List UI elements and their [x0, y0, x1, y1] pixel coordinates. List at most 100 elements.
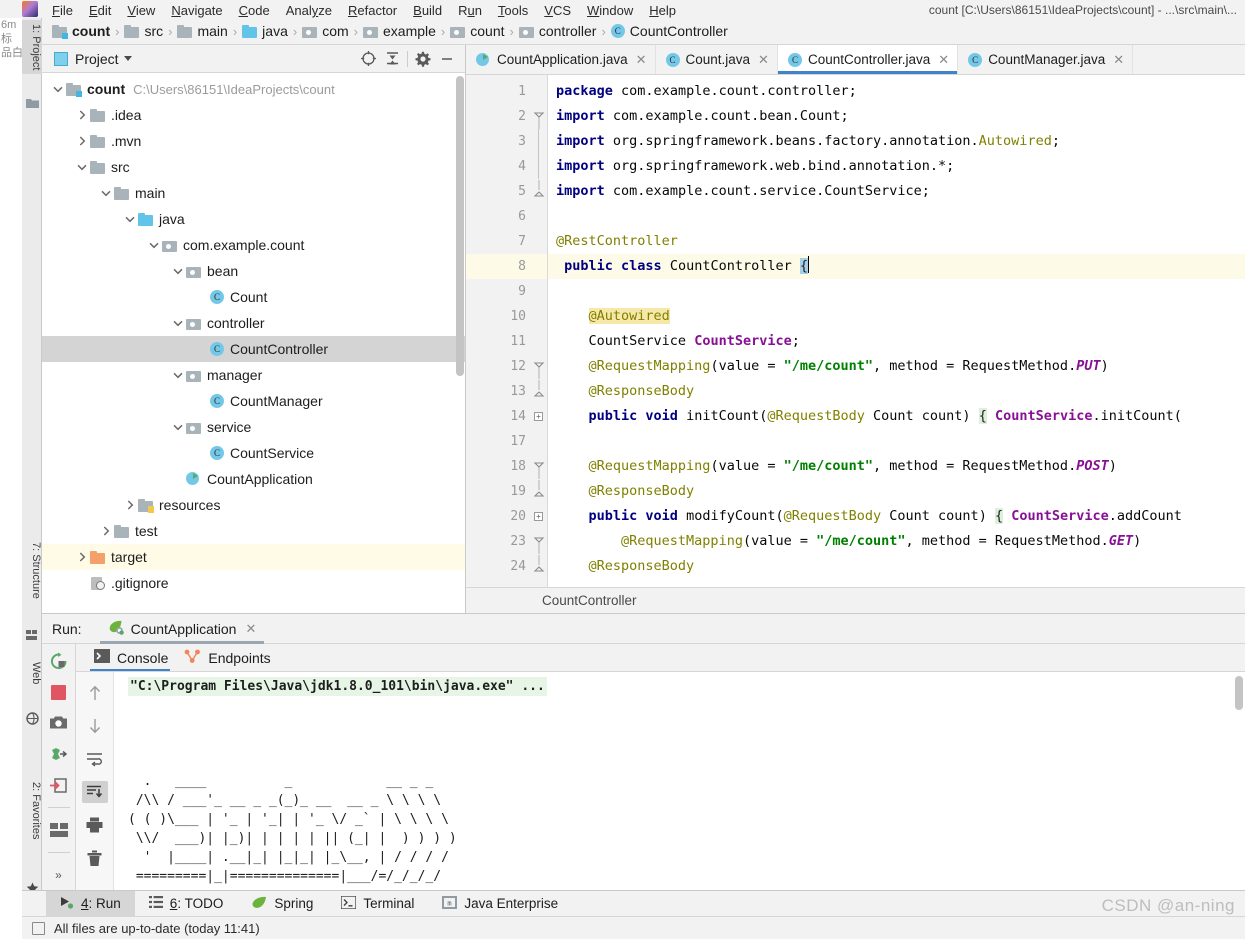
fold-expand-icon[interactable]: +	[534, 512, 543, 521]
up-arrow-icon[interactable]	[82, 682, 108, 704]
rerun-icon[interactable]	[47, 650, 71, 672]
project-tree-scrollbar[interactable]	[456, 76, 464, 376]
breadcrumb-item-countpkg[interactable]: count	[448, 23, 506, 39]
console-tab-bar[interactable]: Console Endpoints	[76, 644, 1245, 672]
code-line[interactable]: import com.example.count.bean.Count;	[556, 104, 1245, 129]
code-folding-gutter[interactable]: ++	[530, 75, 548, 587]
code-line[interactable]	[556, 204, 1245, 229]
close-icon[interactable]: ✕	[636, 52, 647, 68]
code-line[interactable]: public void modifyCount(@RequestBody Cou…	[556, 504, 1245, 529]
console-output[interactable]: "C:\Program Files\Java\jdk1.8.0_101\bin\…	[114, 672, 1245, 898]
tree-node-count[interactable]: countC:\Users\86151\IdeaProjects\count	[42, 76, 465, 102]
menu-item-run[interactable]: Run	[450, 3, 490, 18]
breadcrumb-item-src[interactable]: src	[122, 23, 165, 39]
tree-node-target[interactable]: target	[42, 544, 465, 570]
code-line[interactable]: package com.example.count.controller;	[556, 79, 1245, 104]
chevron-down-icon[interactable]	[170, 263, 186, 279]
console-scrollbar[interactable]	[1235, 676, 1243, 710]
menu-item-analyze[interactable]: Analyze	[278, 3, 340, 18]
bottom-tab-java-enterprise[interactable]: m Java Enterprise	[428, 891, 572, 917]
close-icon[interactable]: ✕	[1113, 52, 1124, 68]
sidebar-item-favorites[interactable]: 2: Favorites	[22, 778, 42, 843]
breadcrumb-item-example[interactable]: example	[361, 23, 438, 39]
close-icon[interactable]: ✕	[758, 52, 769, 68]
editor-breadcrumb[interactable]: CountController	[466, 587, 1245, 613]
console-toolbar[interactable]	[76, 672, 114, 898]
chevron-right-icon[interactable]	[98, 523, 114, 539]
gear-icon[interactable]	[411, 47, 435, 71]
run-config-tab[interactable]: CountApplication ✕	[100, 614, 265, 644]
tree-node-test[interactable]: test	[42, 518, 465, 544]
code-line[interactable]: CountService CountService;	[556, 329, 1245, 354]
close-icon[interactable]: ✕	[245, 621, 256, 637]
code-line[interactable]: public void initCount(@RequestBody Count…	[556, 404, 1245, 429]
chevron-right-icon[interactable]	[74, 133, 90, 149]
tree-node-countservice[interactable]: CCountService	[42, 440, 465, 466]
menu-item-edit[interactable]: Edit	[81, 3, 119, 18]
bottom-tab-todo[interactable]: 6: TODO	[135, 891, 238, 917]
code-line[interactable]: import org.springframework.web.bind.anno…	[556, 154, 1245, 179]
chevron-right-icon[interactable]	[74, 107, 90, 123]
chevron-down-icon[interactable]	[124, 56, 132, 61]
trash-icon[interactable]	[82, 847, 108, 869]
chevron-down-icon[interactable]	[98, 185, 114, 201]
fold-expand-icon[interactable]: +	[534, 412, 543, 421]
stop-icon[interactable]	[47, 681, 71, 703]
chevron-down-icon[interactable]	[170, 419, 186, 435]
bottom-tab-spring[interactable]: Spring	[237, 891, 327, 917]
tree-node-controller[interactable]: controller	[42, 310, 465, 336]
editor-tab-bar[interactable]: CountApplication.java ✕ C Count.java ✕ C…	[466, 45, 1245, 75]
fold-marker-slot[interactable]	[530, 179, 547, 204]
tree-node-countcontroller[interactable]: CCountController	[42, 336, 465, 362]
thread-dump-icon[interactable]	[47, 743, 71, 765]
bottom-tab-run[interactable]: 4: Run	[46, 891, 135, 917]
exit-icon[interactable]	[47, 774, 71, 796]
code-line[interactable]: @ResponseBody	[556, 554, 1245, 579]
code-line[interactable]	[556, 429, 1245, 454]
fold-marker-slot[interactable]	[530, 154, 547, 179]
tree-node-resources[interactable]: resources	[42, 492, 465, 518]
down-arrow-icon[interactable]	[82, 715, 108, 737]
more-icon[interactable]: »	[47, 864, 71, 886]
tree-node-bean[interactable]: bean	[42, 258, 465, 284]
menu-item-window[interactable]: Window	[579, 3, 641, 18]
camera-icon[interactable]	[47, 712, 71, 734]
tree-node--idea[interactable]: .idea	[42, 102, 465, 128]
menu-item-help[interactable]: Help	[641, 3, 684, 18]
scroll-to-end-icon[interactable]	[82, 781, 108, 803]
code-line[interactable]: import org.springframework.beans.factory…	[556, 129, 1245, 154]
fold-marker-slot[interactable]	[530, 529, 547, 554]
tree-node-service[interactable]: service	[42, 414, 465, 440]
tree-node-countmanager[interactable]: CCountManager	[42, 388, 465, 414]
code-line[interactable]: @RestController	[556, 229, 1245, 254]
fold-marker-slot[interactable]: +	[530, 404, 547, 429]
chevron-down-icon[interactable]	[170, 367, 186, 383]
line-number-gutter[interactable]: 12345678C91011121314171819202324	[466, 75, 530, 587]
tree-node-count[interactable]: CCount	[42, 284, 465, 310]
sidebar-item-web[interactable]: Web	[22, 658, 42, 688]
breadcrumb-item-java[interactable]: java	[240, 23, 290, 39]
fold-marker-slot[interactable]	[530, 354, 547, 379]
code-editor[interactable]: 12345678C91011121314171819202324 ++ pack…	[466, 75, 1245, 587]
fold-marker-slot[interactable]	[530, 454, 547, 479]
breadcrumb-item-main[interactable]: main	[175, 23, 229, 39]
sidebar-item-project[interactable]: 1: Project	[22, 20, 42, 74]
breadcrumb-item-com[interactable]: com	[300, 23, 350, 39]
tree-node-main[interactable]: main	[42, 180, 465, 206]
tree-node-manager[interactable]: manager	[42, 362, 465, 388]
menu-item-vcs[interactable]: VCS	[536, 3, 579, 18]
bottom-tool-bar[interactable]: 4: Run 6: TODO Spring Terminal m Java En…	[22, 890, 1245, 916]
fold-marker-slot[interactable]	[530, 129, 547, 154]
menu-item-code[interactable]: Code	[231, 3, 278, 18]
fold-marker-slot[interactable]	[530, 104, 547, 129]
menu-item-navigate[interactable]: Navigate	[163, 3, 230, 18]
breadcrumb-item-countcontroller[interactable]: C CountController	[609, 23, 730, 39]
code-line[interactable]: public class CountController {	[548, 254, 1245, 279]
code-line[interactable]: @ResponseBody	[556, 379, 1245, 404]
tree-node--gitignore[interactable]: .gitignore	[42, 570, 465, 596]
tree-node-countapplication[interactable]: CountApplication	[42, 466, 465, 492]
code-line[interactable]	[556, 279, 1245, 304]
chevron-down-icon[interactable]	[74, 159, 90, 175]
project-tree[interactable]: countC:\Users\86151\IdeaProjects\count.i…	[42, 73, 465, 613]
fold-marker-slot[interactable]	[530, 479, 547, 504]
